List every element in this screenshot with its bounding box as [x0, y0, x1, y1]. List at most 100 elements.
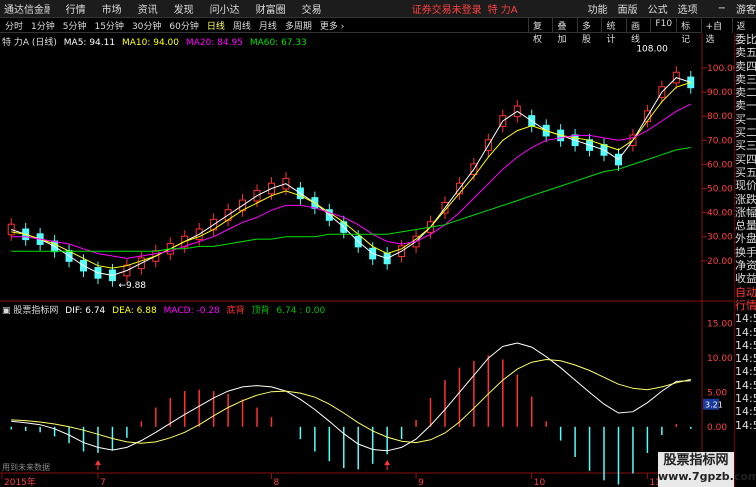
side-panel-item: 现价 [735, 179, 756, 193]
app-logo: 通达信金融终端 [4, 5, 50, 16]
price-axis-label: 40.00 [707, 209, 733, 219]
indicator-axis-label: 15.00 [707, 320, 733, 330]
ma60-line [11, 147, 691, 252]
menu-jiaoyi[interactable]: 交易 [302, 1, 322, 16]
future-data-note: 用到未来数据 [2, 462, 50, 472]
side-panel-item: 14:50 [735, 378, 756, 392]
high-price-label: 108.00 [636, 45, 668, 55]
price-axis-label: 30.00 [707, 233, 733, 243]
tool-fuquan[interactable]: 复权 [528, 18, 552, 45]
side-panel-item: 收益 [735, 272, 756, 286]
side-panel-item: 卖五 [735, 46, 756, 60]
side-panel-item: 卖四 [735, 59, 756, 73]
top-divergence-tag: 顶背 [251, 306, 270, 316]
period-fenshi[interactable]: 分时 [5, 19, 23, 32]
side-panel-item: 14:50 [735, 338, 756, 352]
side-panel-item: 外盘 [735, 232, 756, 246]
period-multi[interactable]: 多周期 [285, 19, 312, 32]
tool-biaoji[interactable]: 标记 [676, 18, 700, 45]
indicator-axis-label: 10.00 [707, 354, 733, 364]
side-panel-item: 卖三 [735, 72, 756, 86]
time-axis-label: 2015年 [4, 476, 36, 487]
period-monthly[interactable]: 月线 [259, 19, 277, 32]
period-30min[interactable]: 30分钟 [132, 19, 161, 32]
price-axis-label: 60.00 [707, 160, 733, 170]
tool-fanhui[interactable]: 返回 [731, 18, 756, 45]
menu-faxian[interactable]: 发现 [174, 1, 194, 16]
right-toolbar: 复权 叠加 多股 统计 画线 F10 标记 +自选 返回 [528, 18, 756, 45]
side-panel-item: 卖一 [735, 99, 756, 113]
side-panel-item: 14:50 [735, 405, 756, 419]
menu-zixun[interactable]: 资讯 [138, 1, 158, 16]
indicator-name: 股票指标网 [13, 306, 59, 316]
menu-shichang[interactable]: 市场 [102, 1, 122, 16]
time-axis-label: 8 [273, 478, 279, 487]
tool-f10[interactable]: F10 [650, 18, 676, 33]
side-panel-item: 换手 [735, 245, 756, 259]
side-panel-item: 总量 [735, 219, 756, 233]
watermark-title: 股票指标网 [663, 453, 729, 468]
bottom-divergence-tag: 底背 [226, 306, 245, 316]
tool-diejia[interactable]: 叠加 [552, 18, 576, 45]
menu-xuanxiang[interactable]: 选项 [678, 1, 698, 16]
indicator-gear-icon[interactable]: ▣ [2, 306, 11, 316]
period-weekly[interactable]: 周线 [233, 19, 251, 32]
indicator-axis-label: 0.00 [707, 423, 727, 433]
side-panel-item: 买四 [735, 152, 756, 166]
dea-value: DEA: 6.88 [112, 306, 157, 316]
period-1min[interactable]: 1分钟 [31, 19, 55, 32]
side-panel-item: 14:50 [735, 418, 756, 432]
menu-gongshi[interactable]: 公式 [648, 1, 668, 16]
period-15min[interactable]: 15分钟 [94, 19, 123, 32]
indicator-axis-label: 5.00 [707, 388, 727, 398]
menu-mianban[interactable]: 面版 [618, 1, 638, 16]
period-5min[interactable]: 5分钟 [63, 19, 87, 32]
login-alert[interactable]: 证券交易未登录 [412, 1, 482, 16]
side-panel-item: 买一 [735, 112, 756, 126]
chart-canvas[interactable]: 100.0090.0080.0070.0060.0050.0040.0030.0… [0, 33, 734, 487]
price-axis-label: 80.00 [707, 112, 733, 122]
tool-zixuan[interactable]: +自选 [700, 18, 732, 45]
tool-duogu[interactable]: 多股 [576, 18, 601, 45]
price-axis-label: 50.00 [707, 184, 733, 194]
indicator-header: ▣ 股票指标网 DIF: 6.74 DEA: 6.88 MACD: -0.28 … [2, 303, 325, 316]
time-axis-label: 10 [534, 478, 546, 487]
side-panel-item: 买五 [735, 165, 756, 179]
indicator-extra: 6.74 : 0.00 [276, 306, 326, 316]
side-panel-item: 买二 [735, 126, 756, 140]
price-axis-label: 90.00 [707, 88, 733, 98]
time-axis-label: 7 [100, 478, 106, 487]
side-panel-item: 行情 [735, 298, 756, 312]
time-axis-label: 9 [418, 478, 424, 487]
side-panel-item: 委比 [735, 33, 756, 46]
price-axis-label: 70.00 [707, 136, 733, 146]
side-panel-item: 卖二 [735, 86, 756, 100]
menu-caifuquan[interactable]: 财富圈 [256, 1, 286, 16]
guest-button[interactable]: 游客 [736, 1, 756, 16]
tool-huaxian[interactable]: 画线 [625, 18, 650, 45]
menu-bar: 通达信金融终端 行情 市场 资讯 发现 问小达 财富圈 交易 证券交易未登录 特… [0, 0, 756, 18]
menu-wenxiaoda[interactable]: 问小达 [210, 1, 240, 16]
period-daily[interactable]: 日线 [207, 19, 225, 32]
minimize-icon[interactable]: − [718, 3, 726, 14]
price-axis-label: 100.00 [707, 64, 734, 74]
ma20-line [11, 103, 692, 259]
side-panel-item: 14:50 [735, 392, 756, 406]
side-panel-item: 14:50 [735, 325, 756, 339]
side-panel-item[interactable]: 自动 [735, 286, 756, 299]
side-panel-item: 买三 [735, 139, 756, 153]
period-more[interactable]: 更多 › [320, 19, 344, 32]
current-value-label: 3.21 [705, 401, 723, 410]
side-panel-item: 14:50 [735, 365, 756, 379]
ma10-line [11, 81, 691, 269]
side-panel-item: 14:50 [735, 312, 756, 326]
tool-tongji[interactable]: 统计 [601, 18, 625, 45]
menu-gongneng[interactable]: 功能 [588, 1, 608, 16]
side-panel-item: 14:50 [735, 352, 756, 366]
menu-hangqing[interactable]: 行情 [66, 1, 86, 16]
low-price-label: ←9.88 [118, 281, 146, 291]
price-axis-label: 20.00 [707, 257, 733, 267]
watermark: 股票指标网 www.7gpzb.com [658, 452, 756, 487]
macd-value: MACD: -0.28 [163, 306, 220, 316]
period-60min[interactable]: 60分钟 [169, 19, 198, 32]
